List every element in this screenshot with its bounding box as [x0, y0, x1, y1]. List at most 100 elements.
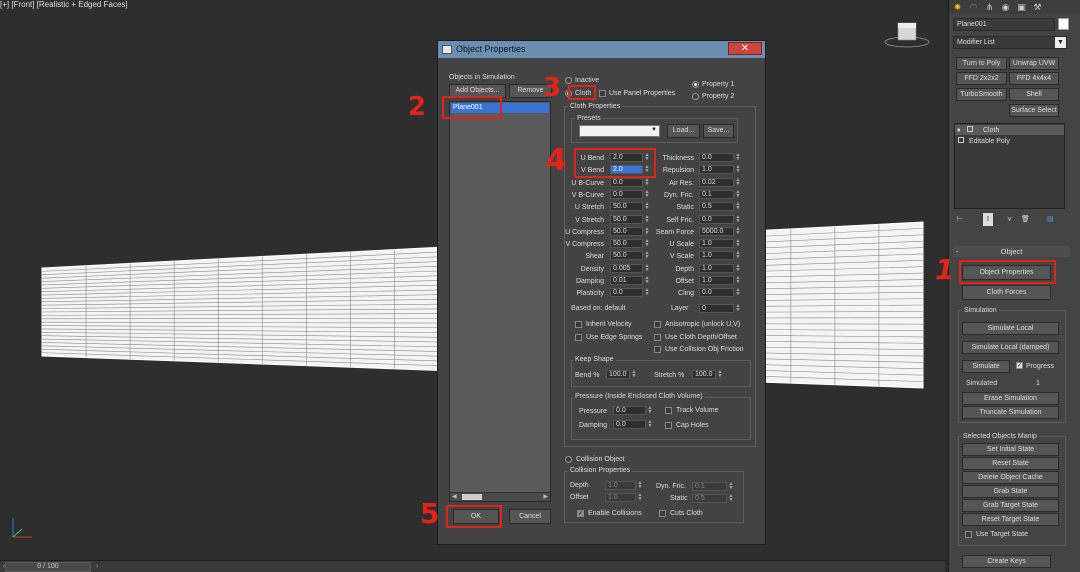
- spinner-arrows-icon[interactable]: ▲ ▼: [728, 494, 734, 503]
- spinner-arrows-icon[interactable]: ▲ ▼: [735, 165, 741, 174]
- inherit-velocity-checkbox[interactable]: [575, 321, 582, 328]
- progress-checkbox[interactable]: ✓: [1016, 362, 1023, 369]
- delete-object-cache-button[interactable]: Delete Object Cache: [962, 471, 1059, 484]
- spinner-arrows-icon[interactable]: ▲ ▼: [717, 370, 723, 379]
- simulate-local-damped-button[interactable]: Simulate Local (damped): [962, 341, 1059, 354]
- field-spinner[interactable]: 50.0: [610, 226, 643, 236]
- use-target-state-checkbox[interactable]: [965, 531, 972, 538]
- scroll-right-icon[interactable]: ▶: [543, 493, 548, 500]
- field-spinner[interactable]: 1.0: [699, 239, 734, 249]
- enable-collisions-checkbox[interactable]: ✓: [577, 510, 584, 517]
- stretch-percent-spinner[interactable]: 100.0: [692, 370, 716, 379]
- collision-dynfric-spinner[interactable]: 0.1: [692, 482, 727, 491]
- spinner-arrows-icon[interactable]: ▲ ▼: [735, 177, 741, 187]
- field-spinner[interactable]: 0.01: [610, 276, 643, 285]
- spinner-arrows-icon[interactable]: ▲ ▼: [735, 251, 741, 260]
- motion-tab-icon[interactable]: ◉: [999, 1, 1012, 13]
- use-panel-properties-checkbox[interactable]: [599, 90, 606, 97]
- field-spinner[interactable]: 5000.0: [699, 226, 734, 236]
- inactive-radio[interactable]: [565, 77, 572, 84]
- stack-item-editable-poly[interactable]: Editable Poly: [955, 136, 1064, 146]
- scrollbar-thumb[interactable]: [462, 494, 482, 500]
- light-bulb-icon[interactable]: ♦: [957, 126, 961, 135]
- simulate-local-button[interactable]: Simulate Local: [962, 322, 1059, 335]
- cuts-cloth-checkbox[interactable]: [659, 510, 666, 517]
- grab-state-button[interactable]: Grab State: [962, 485, 1059, 498]
- set-initial-state-button[interactable]: Set Initial State: [962, 443, 1059, 456]
- use-edge-springs-checkbox[interactable]: [575, 334, 582, 341]
- spinner-arrows-icon[interactable]: ▲ ▼: [647, 406, 653, 415]
- use-cloth-depth-checkbox[interactable]: [654, 334, 661, 341]
- pressure-damping-spinner[interactable]: 0.0: [613, 420, 646, 429]
- turn-to-poly-button[interactable]: Turn to Poly: [956, 57, 1007, 70]
- object-rollout-header[interactable]: - Object: [953, 246, 1070, 257]
- pressure-spinner[interactable]: 0.0: [613, 406, 646, 415]
- spinner-arrows-icon[interactable]: ▲ ▼: [647, 420, 653, 429]
- field-spinner[interactable]: 50.0: [610, 251, 643, 261]
- ffd-2x2x2-button[interactable]: FFD 2x2x2: [956, 72, 1007, 85]
- collision-offset-spinner[interactable]: 1.0: [605, 493, 636, 502]
- surface-select-button[interactable]: Surface Select: [1009, 104, 1059, 117]
- make-unique-icon[interactable]: ⋎: [1007, 215, 1012, 224]
- pin-stack-icon[interactable]: ⊢: [957, 215, 963, 224]
- spinner-arrows-icon[interactable]: ▲ ▼: [735, 304, 741, 313]
- dropdown-arrow-icon[interactable]: ▼: [1055, 37, 1066, 48]
- utilities-tab-icon[interactable]: ⚒: [1031, 1, 1044, 13]
- object-color-swatch[interactable]: [1058, 18, 1069, 30]
- property1-radio[interactable]: [692, 81, 699, 88]
- spinner-arrows-icon[interactable]: ▲ ▼: [735, 276, 741, 285]
- spinner-arrows-icon[interactable]: ▲ ▼: [735, 202, 741, 211]
- viewcube[interactable]: [884, 20, 930, 52]
- object-name-field[interactable]: Plane001: [953, 18, 1055, 31]
- spinner-arrows-icon[interactable]: ▲ ▼: [735, 239, 741, 248]
- time-slider[interactable]: ‹ 0 / 100 ›: [0, 560, 945, 572]
- field-spinner[interactable]: 1.0: [699, 263, 734, 273]
- create-keys-button[interactable]: Create Keys: [962, 555, 1051, 568]
- cancel-button[interactable]: Cancel: [509, 509, 551, 524]
- field-spinner[interactable]: 50.0: [610, 214, 643, 224]
- configure-sets-icon[interactable]: ▤: [1047, 215, 1054, 224]
- spinner-arrows-icon[interactable]: ▲ ▼: [735, 153, 741, 162]
- simulate-button[interactable]: Simulate: [962, 360, 1010, 373]
- track-volume-checkbox[interactable]: [665, 407, 672, 414]
- field-spinner[interactable]: 0.0: [699, 288, 734, 298]
- ffd-4x4x4-button[interactable]: FFD 4x4x4: [1009, 72, 1059, 85]
- spinner-arrows-icon[interactable]: ▲ ▼: [735, 226, 741, 236]
- truncate-simulation-button[interactable]: Truncate Simulation: [962, 406, 1059, 419]
- unwrap-uvw-button[interactable]: Unwrap UVW: [1009, 57, 1059, 70]
- modifier-list-dropdown[interactable]: Modifier List: [953, 36, 1067, 49]
- collision-depth-spinner[interactable]: 1.0: [605, 481, 636, 490]
- expand-icon[interactable]: [967, 126, 973, 132]
- field-spinner[interactable]: 0.02: [699, 177, 734, 187]
- field-spinner[interactable]: 1.0: [699, 165, 734, 175]
- scroll-left-icon[interactable]: ◀: [452, 493, 457, 500]
- show-end-result-icon[interactable]: I: [983, 213, 993, 226]
- display-tab-icon[interactable]: ▣: [1015, 1, 1028, 13]
- modifier-stack[interactable]: ♦ Cloth Editable Poly: [954, 123, 1065, 209]
- layer-spinner[interactable]: 0: [699, 304, 734, 313]
- collision-static-spinner[interactable]: 0.5: [692, 494, 727, 503]
- spinner-arrows-icon[interactable]: ▲ ▼: [631, 370, 637, 379]
- hierarchy-tab-icon[interactable]: ⋔: [983, 1, 996, 13]
- spinner-arrows-icon[interactable]: ▲ ▼: [637, 481, 643, 490]
- reset-target-state-button[interactable]: Reset Target State: [962, 513, 1059, 526]
- spinner-arrows-icon[interactable]: ▲ ▼: [735, 263, 741, 273]
- field-spinner[interactable]: 0.005: [610, 263, 643, 273]
- property2-radio[interactable]: [692, 93, 699, 100]
- spinner-arrows-icon[interactable]: ▲ ▼: [735, 189, 741, 199]
- shell-button[interactable]: Shell: [1009, 88, 1059, 101]
- objects-list[interactable]: Plane001 ◀ ▶: [449, 101, 551, 502]
- load-button[interactable]: Load...: [667, 124, 700, 138]
- spinner-arrows-icon[interactable]: ▲ ▼: [637, 493, 643, 502]
- spinner-arrows-icon[interactable]: ▲ ▼: [735, 288, 741, 297]
- close-icon[interactable]: ✕: [728, 42, 762, 55]
- collision-object-radio[interactable]: [565, 456, 572, 463]
- grab-target-state-button[interactable]: Grab Target State: [962, 499, 1059, 512]
- modify-tab-icon[interactable]: ◠: [967, 1, 980, 13]
- field-spinner[interactable]: 0.0: [610, 288, 643, 298]
- save-button[interactable]: Save...: [703, 124, 734, 138]
- field-spinner[interactable]: 50.0: [610, 202, 643, 212]
- cloth-forces-button[interactable]: Cloth Forces: [962, 285, 1051, 300]
- time-next-icon[interactable]: ›: [93, 562, 101, 572]
- turbosmooth-button[interactable]: TurboSmooth: [956, 88, 1007, 101]
